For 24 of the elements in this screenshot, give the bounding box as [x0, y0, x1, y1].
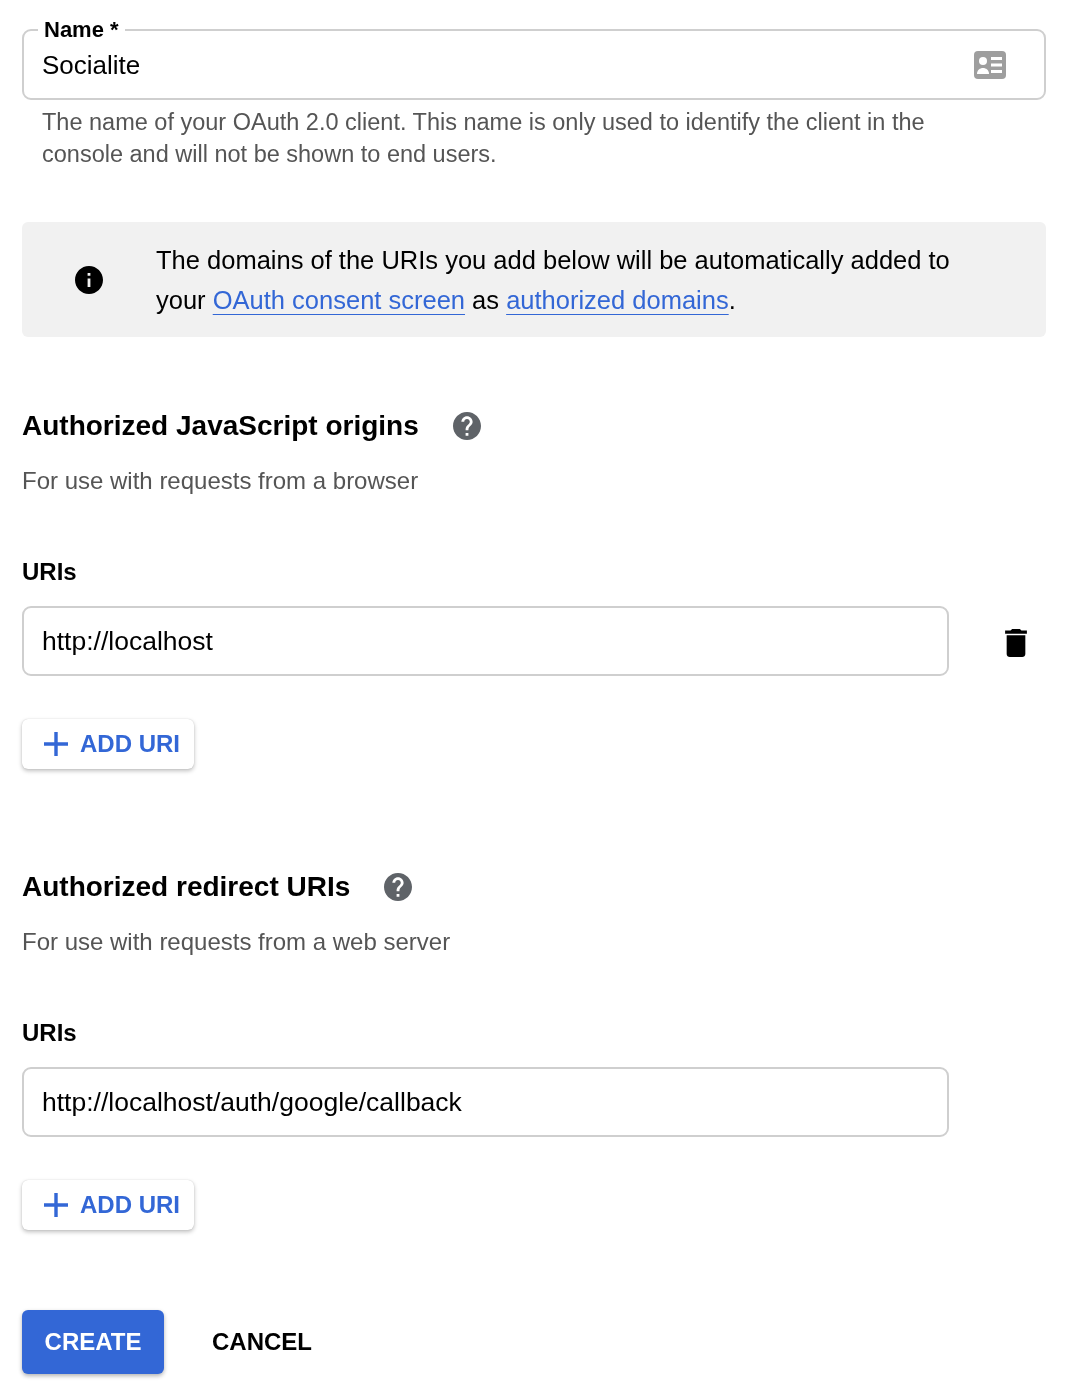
uris-label: URIs	[22, 557, 78, 587]
plus-icon	[44, 1193, 68, 1217]
section-subtitle: For use with requests from a browser	[22, 466, 420, 496]
create-button[interactable]: CREATE	[22, 1310, 164, 1374]
info-message: The domains of the URIs you add below will be automatically added to your OAuth consent screen as authorized domains.	[156, 244, 951, 316]
helper-text: The name of your OAuth 2.0 client. This name is only used to identify the client in the console and will not be shown to end users.	[42, 108, 926, 169]
add-uri-button[interactable]: ADD URI	[22, 1180, 194, 1230]
link[interactable]: OAuth consent screen	[212, 285, 465, 314]
help-icon[interactable]	[452, 412, 481, 440]
section-subtitle: For use with requests from a web server	[22, 927, 452, 957]
uri-field[interactable]: http://localhost/auth/google/callback	[22, 1067, 949, 1137]
cancel-button[interactable]: CANCEL	[188, 1310, 336, 1374]
section-heading: Authorized JavaScript origins	[22, 409, 419, 443]
plus-icon	[44, 732, 68, 756]
link[interactable]: authorized domains	[506, 285, 729, 314]
section-heading: Authorized redirect URIs	[22, 870, 351, 904]
info-icon	[75, 265, 103, 294]
uri-field[interactable]: http://localhost	[22, 606, 949, 676]
delete-icon[interactable]	[1004, 629, 1027, 657]
add-uri-button[interactable]: ADD URI	[22, 719, 194, 769]
field-label: Name *	[43, 16, 120, 44]
help-icon[interactable]	[384, 873, 413, 901]
uris-label: URIs	[22, 1018, 78, 1048]
contact-card-icon	[974, 51, 1006, 79]
